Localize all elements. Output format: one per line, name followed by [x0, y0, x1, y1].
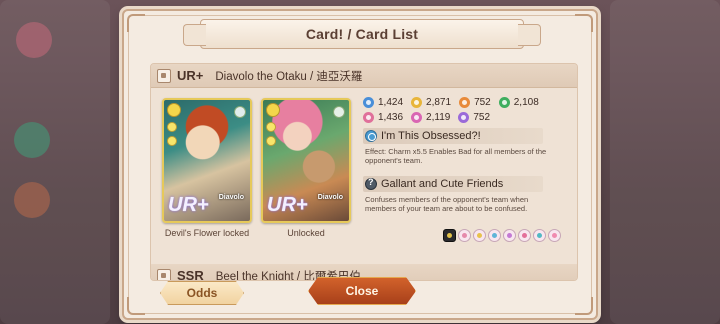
stat-value: 2,108: [513, 97, 539, 108]
odds-button[interactable]: Odds: [160, 281, 244, 305]
attribute-icon: [167, 136, 177, 146]
background-orb: [14, 182, 50, 218]
passive-skill-title: Gallant and Cute Friends: [363, 176, 543, 192]
odds-button-label: Odds: [186, 286, 218, 300]
stat: 752: [458, 112, 490, 123]
card-rarity: UR+: [177, 68, 204, 83]
corner-ornament: [127, 297, 145, 315]
card-entry-body: Diavolo UR+ Devil's Flower locked Diavol…: [151, 88, 577, 270]
dialog-title-banner: Card! / Card List: [183, 19, 541, 49]
stat-value: 1,436: [378, 112, 404, 123]
background-orb: [16, 22, 52, 58]
card-art-caption: Unlocked: [287, 228, 325, 238]
member-icon: [503, 229, 516, 242]
sun-stat-icon: [411, 97, 423, 108]
team-member-icons: [443, 229, 561, 242]
stat: 2,871: [411, 97, 451, 108]
member-icon: [473, 229, 486, 242]
background-panel-right: [610, 0, 720, 324]
stat-value: 752: [473, 112, 491, 123]
passive-skill-icon: [365, 177, 377, 190]
card-name: Diavolo the Otaku / 迪亞沃羅: [215, 70, 363, 83]
stat-value: 1,424: [378, 97, 404, 108]
member-icon: [458, 229, 471, 242]
cat-member-icon: [443, 229, 456, 242]
corner-ornament: [575, 297, 593, 315]
leaf-stat-icon: [498, 97, 510, 108]
skill-name: I'm This Obsessed?!: [381, 130, 481, 142]
star-stat-icon: [458, 112, 470, 123]
card-art-caption: Devil's Flower locked: [164, 228, 250, 238]
attribute-icon: [266, 122, 276, 132]
stat-value: 752: [474, 97, 491, 108]
card-character-name: Diavolo: [317, 194, 343, 201]
background-panel-left: [0, 0, 110, 324]
corner-ornament: [575, 14, 593, 32]
stat-value: 2,871: [426, 97, 452, 108]
background-orb: [14, 122, 50, 158]
snowflake-stat-icon: [363, 97, 374, 108]
play-icon[interactable]: [333, 106, 345, 118]
card-art-locked[interactable]: Diavolo UR+: [162, 98, 252, 223]
close-button[interactable]: Close: [308, 277, 416, 305]
skill-description: Confuses members of the opponent's team …: [365, 195, 529, 213]
stat: 1,424: [363, 97, 403, 108]
diamond-stat-icon: [363, 112, 374, 123]
attribute-icon: [167, 122, 177, 132]
play-icon[interactable]: [234, 106, 246, 118]
card-frame-icon: [157, 68, 171, 83]
active-skill-title: I'm This Obsessed?!: [363, 128, 543, 144]
stat: 2,119: [411, 112, 450, 123]
member-icon: [488, 229, 501, 242]
card-list[interactable]: UR+ Diavolo the Otaku / 迪亞沃羅 Diavolo UR+…: [150, 63, 578, 281]
active-skill-icon: [365, 130, 377, 142]
card-art-unlocked[interactable]: Diavolo UR+: [261, 98, 351, 223]
card-entry-header: UR+ Diavolo the Otaku / 迪亞沃羅: [151, 64, 577, 88]
stat-value: 2,119: [426, 112, 451, 123]
stat-row: 1,436 2,119 752: [363, 111, 573, 124]
stat: 2,108: [498, 97, 539, 108]
card-stats: 1,424 2,871 752 2,108 1,436 2,119 752: [363, 96, 573, 126]
skill-name: Gallant and Cute Friends: [381, 178, 504, 190]
heart-stat-icon: [411, 112, 423, 123]
member-icon: [533, 229, 546, 242]
stat-row: 1,424 2,871 752 2,108: [363, 96, 573, 109]
card-entry: UR+ Diavolo the Otaku / 迪亞沃羅 Diavolo UR+…: [151, 64, 577, 270]
attribute-icon: [167, 103, 181, 117]
dialog-title: Card! / Card List: [305, 26, 419, 42]
member-icon: [518, 229, 531, 242]
card-list-dialog: Card! / Card List UR+ Diavolo the Otaku …: [122, 9, 598, 320]
close-button-label: Close: [345, 284, 379, 298]
stat: 1,436: [363, 112, 403, 123]
card-art-rarity: UR+: [168, 194, 209, 216]
member-icon: [548, 229, 561, 242]
card-character-name: Diavolo: [218, 194, 244, 201]
stat: 752: [459, 97, 491, 108]
card-frame-icon: [157, 268, 171, 280]
skill-description: Effect: Charm x5.5 Enables Bad for all m…: [365, 147, 547, 165]
card-art-rarity: UR+: [267, 194, 308, 216]
flame-stat-icon: [459, 97, 471, 108]
card-rarity: SSR: [177, 268, 204, 281]
corner-ornament: [127, 14, 145, 32]
attribute-icon: [266, 103, 280, 117]
attribute-icon: [266, 136, 276, 146]
